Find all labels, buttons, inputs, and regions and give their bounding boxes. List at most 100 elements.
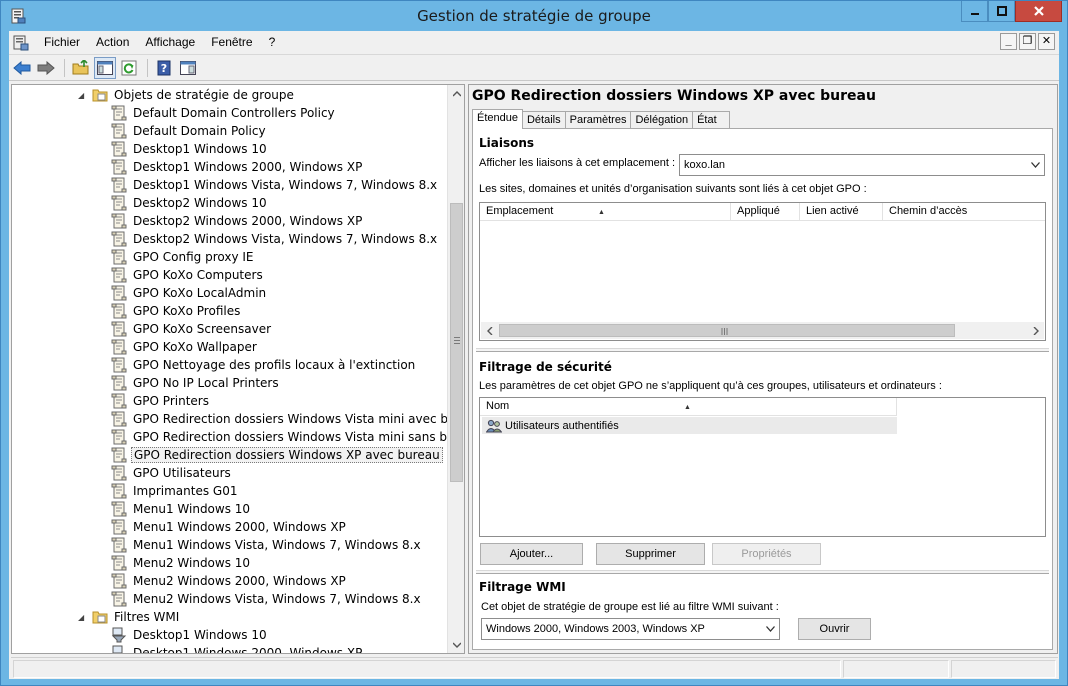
gpo-scroll-icon: [111, 303, 127, 319]
close-button[interactable]: [1015, 1, 1062, 22]
tree-item[interactable]: Desktop1 Windows 2000, Windows XP: [111, 158, 364, 176]
maximize-button[interactable]: [988, 1, 1015, 22]
column-chemin-acces[interactable]: Chemin d’accès: [883, 203, 1045, 221]
tree-item[interactable]: Menu1 Windows Vista, Windows 7, Windows …: [111, 536, 423, 554]
forward-button[interactable]: [35, 57, 57, 79]
menu-fenetre[interactable]: Fenêtre: [203, 31, 260, 54]
security-list-row[interactable]: Utilisateurs authentifiés: [482, 417, 897, 434]
tree-item-label: Desktop1 Windows 10: [133, 142, 267, 156]
menu-fichier[interactable]: Fichier: [36, 31, 88, 54]
open-wmi-button[interactable]: Ouvrir: [798, 618, 871, 640]
minimize-button[interactable]: [961, 1, 988, 22]
tree-item[interactable]: GPO KoXo Computers: [111, 266, 265, 284]
properties-button[interactable]: Propriétés: [712, 543, 821, 565]
tree-item[interactable]: Desktop1 Windows 2000, Windows XP: [111, 644, 364, 653]
tree-item[interactable]: GPO KoXo Screensaver: [111, 320, 273, 338]
column-emplacement[interactable]: Emplacement ▲: [480, 203, 731, 221]
refresh-button[interactable]: [118, 57, 140, 79]
tree-item-label: Menu1 Windows 2000, Windows XP: [133, 520, 346, 534]
column-applique[interactable]: Appliqué: [731, 203, 800, 221]
tree-item[interactable]: Menu1 Windows 2000, Windows XP: [111, 518, 348, 536]
tree-item[interactable]: GPO Redirection dossiers Windows Vista m…: [111, 410, 464, 428]
tree-item[interactable]: Desktop2 Windows Vista, Windows 7, Windo…: [111, 230, 439, 248]
links-location-dropdown[interactable]: koxo.lan: [679, 154, 1045, 176]
tree-expand-icon[interactable]: ◢: [78, 91, 88, 100]
tree-expand-icon[interactable]: ◢: [78, 613, 88, 622]
tree-vertical-scrollbar[interactable]: [447, 85, 464, 653]
column-nom[interactable]: Nom ▲: [480, 398, 897, 416]
tree-item-label: Filtres WMI: [114, 610, 180, 624]
tree-item[interactable]: GPO Printers: [111, 392, 211, 410]
tree-item[interactable]: Menu2 Windows 10: [111, 554, 252, 572]
security-filter-list[interactable]: Nom ▲ Utilisateurs authentifiés: [479, 397, 1046, 537]
back-button[interactable]: [11, 57, 33, 79]
mdi-close-button[interactable]: ✕: [1038, 33, 1055, 50]
column-lien-active[interactable]: Lien activé: [800, 203, 883, 221]
tree-item[interactable]: GPO No IP Local Printers: [111, 374, 281, 392]
menu-affichage[interactable]: Affichage: [137, 31, 203, 54]
scroll-left-button[interactable]: [481, 322, 498, 339]
remove-button[interactable]: Supprimer: [596, 543, 705, 565]
tree-item[interactable]: GPO Redirection dossiers Windows XP avec…: [111, 446, 443, 464]
help-button[interactable]: ?: [153, 57, 175, 79]
svg-text:?: ?: [161, 62, 167, 75]
links-location-value: koxo.lan: [684, 159, 725, 171]
gpo-scroll-icon: [111, 213, 127, 229]
tree-item[interactable]: Desktop1 Windows Vista, Windows 7, Windo…: [111, 176, 439, 194]
show-hide-action-pane-button[interactable]: [177, 57, 199, 79]
up-level-button[interactable]: [70, 57, 92, 79]
tree-item-label: GPO Redirection dossiers Windows Vista m…: [133, 430, 465, 444]
gpo-scroll-icon: [111, 357, 127, 373]
tree-item-label: Menu2 Windows Vista, Windows 7, Windows …: [133, 592, 421, 606]
tree-item[interactable]: Default Domain Controllers Policy: [111, 104, 337, 122]
tree-item[interactable]: Desktop2 Windows 10: [111, 194, 269, 212]
tree-item-label: GPO KoXo Screensaver: [133, 322, 272, 336]
tree-item[interactable]: Default Domain Policy: [111, 122, 268, 140]
show-hide-tree-button[interactable]: [94, 56, 116, 79]
tree-item[interactable]: GPO Utilisateurs: [111, 464, 233, 482]
tree-item[interactable]: Desktop1 Windows 10: [111, 140, 269, 158]
wmi-filter-dropdown[interactable]: Windows 2000, Windows 2003, Windows XP: [481, 618, 780, 640]
menu-help[interactable]: ?: [261, 31, 284, 54]
wmi-filter-icon: [112, 645, 123, 653]
tree-item[interactable]: GPO Redirection dossiers Windows Vista m…: [111, 428, 465, 446]
tree-item[interactable]: Desktop2 Windows 2000, Windows XP: [111, 212, 364, 230]
tree-folder-node[interactable]: ◢ Filtres WMI: [78, 608, 181, 626]
links-scroll-thumb[interactable]: [499, 324, 955, 337]
mdi-restore-button[interactable]: ❐: [1019, 33, 1036, 50]
section-splitter[interactable]: [476, 348, 1049, 352]
tab-delegation[interactable]: Délégation: [630, 111, 694, 129]
menu-action[interactable]: Action: [88, 31, 137, 54]
tree-folder-node[interactable]: ◢ Objets de stratégie de groupe: [78, 86, 296, 104]
title-bar[interactable]: Gestion de stratégie de groupe: [1, 1, 1067, 31]
tree-item[interactable]: GPO KoXo Profiles: [111, 302, 242, 320]
scroll-right-button[interactable]: [1027, 322, 1044, 339]
mdi-minimize-button[interactable]: _: [1000, 33, 1017, 50]
tree-item[interactable]: GPO Nettoyage des profils locaux à l'ext…: [111, 356, 417, 374]
tree-item[interactable]: GPO KoXo Wallpaper: [111, 338, 259, 356]
tree-item[interactable]: GPO KoXo LocalAdmin: [111, 284, 268, 302]
scroll-up-button[interactable]: [448, 85, 464, 102]
scroll-thumb[interactable]: [450, 203, 463, 482]
gpo-scroll-icon: [111, 267, 127, 283]
links-list[interactable]: Emplacement ▲ Appliqué Lien activé Chemi…: [479, 202, 1046, 341]
console-tree[interactable]: ◢ Objets de stratégie de groupe Default Do…: [11, 84, 465, 654]
tree-item[interactable]: Menu2 Windows Vista, Windows 7, Windows …: [111, 590, 423, 608]
tree-item[interactable]: GPO Config proxy IE: [111, 248, 256, 266]
scroll-down-button[interactable]: [448, 636, 464, 653]
tree-item[interactable]: Imprimantes G01: [111, 482, 239, 500]
tree-item[interactable]: Desktop1 Windows 10: [111, 626, 269, 644]
tree-item[interactable]: Menu1 Windows 10: [111, 500, 252, 518]
links-horizontal-scrollbar[interactable]: [481, 322, 1044, 339]
tab-details[interactable]: Détails: [521, 111, 566, 129]
tab-etendue[interactable]: Étendue: [472, 109, 523, 129]
tree-item[interactable]: Menu2 Windows 2000, Windows XP: [111, 572, 348, 590]
tree-item-label: GPO No IP Local Printers: [133, 376, 279, 390]
help-book-icon: ?: [157, 60, 171, 75]
tab-etat[interactable]: État: [692, 111, 731, 129]
details-pane: GPO Redirection dossiers Windows XP avec…: [468, 84, 1058, 654]
section-splitter[interactable]: [476, 570, 1049, 574]
tab-parametres[interactable]: Paramètres: [564, 111, 632, 129]
add-button[interactable]: Ajouter...: [480, 543, 583, 565]
mmc-document-icon[interactable]: [12, 35, 30, 51]
